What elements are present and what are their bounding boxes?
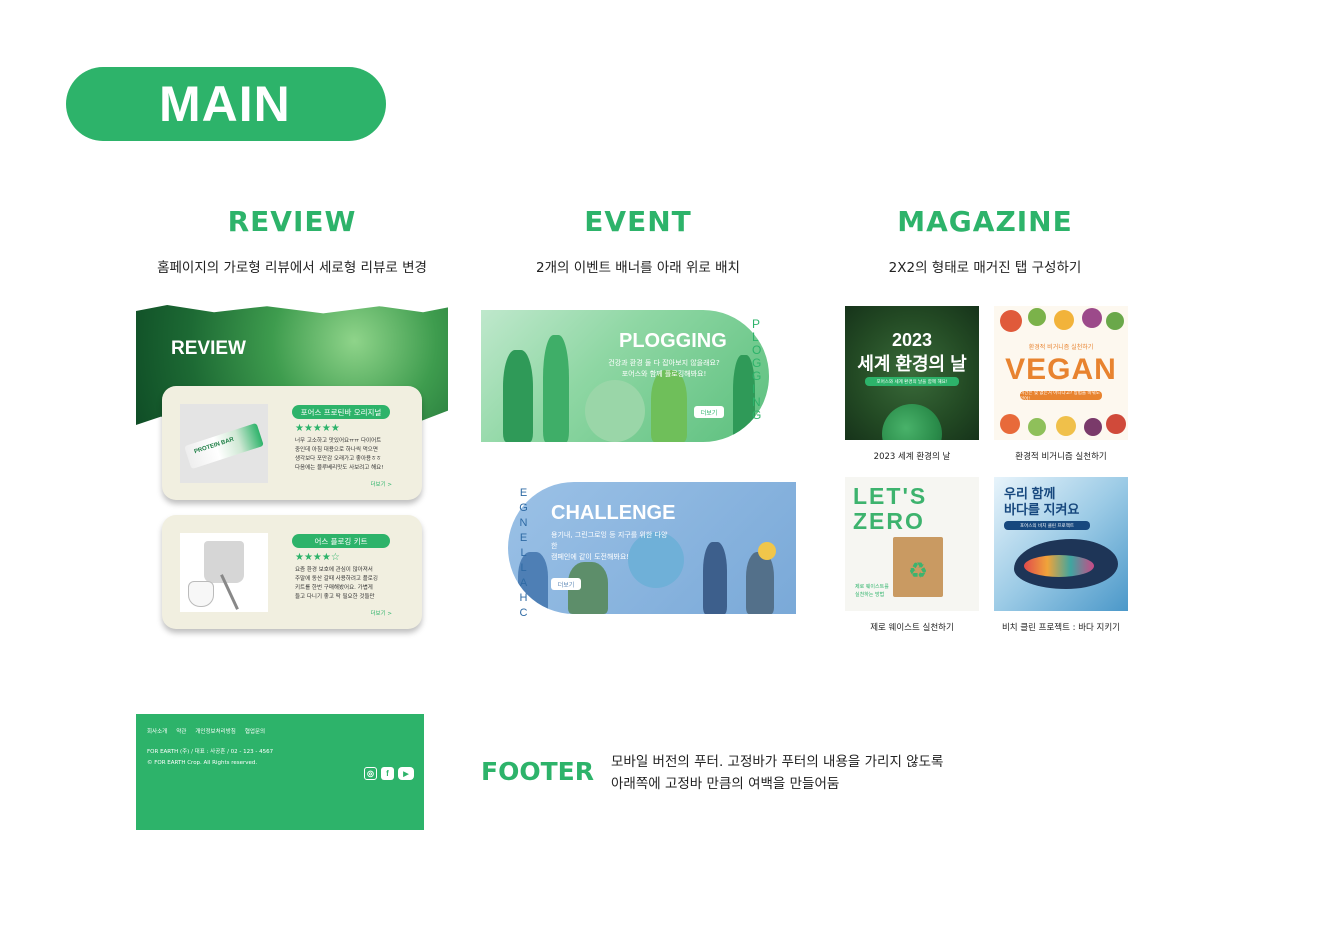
mobile-footer-mockup: 회사소개 약관 개인정보처리방침 협업문의 FOR EARTH (주) / 대표… <box>136 714 424 830</box>
event-section-desc: 2개의 이벤트 배너를 아래 위로 배치 <box>536 260 740 276</box>
review-text: 요즘 환경 보호에 관심이 많아져서 주말에 동산 갈때 사용하려고 플로깅 키… <box>295 567 378 600</box>
figure-illustration <box>503 350 533 442</box>
footer-link-privacy[interactable]: 개인정보처리방침 <box>195 727 235 735</box>
review-card[interactable]: PROTEIN BAR 포어스 프로틴바 오리지널 ★★★★★ 너무 고소하고 … <box>162 386 422 500</box>
review-product-tag: 포어스 프로틴바 오리지널 <box>292 405 390 419</box>
vegetable-illustration <box>1106 414 1126 434</box>
magazine-band: 비건은 몇 없는거 아니냐고? 방법을 바꿔도 있어! <box>1020 391 1102 402</box>
recycle-icon: ♻ <box>908 559 928 584</box>
magazine-title: 우리 함께 바다를 지켜요 <box>1004 486 1080 517</box>
magazine-title: LET'S ZERO <box>853 483 928 534</box>
review-more-link[interactable]: 더보기 > <box>370 480 392 488</box>
review-section-title: REVIEW <box>227 205 357 238</box>
magazine-title: VEGAN <box>1005 353 1117 386</box>
vegetable-illustration <box>1000 310 1022 332</box>
vegetable-illustration <box>1084 418 1102 436</box>
figure-illustration <box>651 370 687 442</box>
star-rating: ★★★★★ <box>295 423 340 434</box>
product-image: PROTEIN BAR <box>180 404 268 483</box>
magazine-beach-clean[interactable]: 우리 함께 바다를 지켜요 포어스의 비치 클린 프로젝트 <box>994 477 1128 611</box>
footer-social-icons: ◎ f ▶ <box>364 767 414 780</box>
plogging-arc-text: P L O G G I N G <box>752 317 763 422</box>
trash-pattern-illustration <box>1024 555 1094 577</box>
star-rating: ★★★★☆ <box>295 552 340 563</box>
footer-section-title: FOOTER <box>481 757 594 786</box>
magazine-caption: 비치 클린 프로젝트 : 바다 지키기 <box>1001 623 1121 633</box>
footer-link-company[interactable]: 회사소개 <box>147 727 167 735</box>
vegetable-illustration <box>1028 308 1046 326</box>
event-subtitle: 용기내, 그린그로잉 등 지구를 위한 다양한 캠페인에 같이 도전해봐요! <box>551 531 668 561</box>
magazine-vegan[interactable]: 환경적 비거니즘 실천하기 VEGAN 비건은 몇 없는거 아니냐고? 방법을 … <box>994 306 1128 440</box>
event-subtitle: 건강과 환경 둘 다 잡아보지 않을래요? 포어스와 함께 플로깅해봐요! <box>608 359 720 378</box>
instagram-icon[interactable]: ◎ <box>364 767 377 780</box>
challenge-event-banner[interactable]: CHALLENGE 용기내, 그린그로잉 등 지구를 위한 다양한 캠페인에 같… <box>508 482 796 614</box>
footer-section-desc: 모바일 버전의 푸터. 고정바가 푸터의 내용을 가리지 않도록 아래쪽에 고정… <box>611 754 944 792</box>
main-section-pill: MAIN <box>66 67 386 141</box>
event-more-button[interactable]: 더보기 <box>551 578 581 590</box>
youtube-icon[interactable]: ▶ <box>398 767 414 780</box>
glove-image <box>188 581 214 607</box>
magazine-band: 포어스의 비치 클린 프로젝트 <box>1004 521 1090 530</box>
footer-link-terms[interactable]: 약관 <box>176 727 186 735</box>
review-section-desc: 홈페이지의 가로형 리뷰에서 세로형 리뷰로 변경 <box>157 260 427 276</box>
hand-illustration <box>703 542 727 614</box>
event-section-title: EVENT <box>584 205 692 238</box>
figure-illustration <box>543 335 569 442</box>
lightbulb-illustration <box>758 542 776 560</box>
event-title: CHALLENGE <box>551 502 676 524</box>
protein-bar-image: PROTEIN BAR <box>184 422 264 470</box>
hand-illustration <box>746 552 774 614</box>
vegetable-illustration <box>1028 418 1046 436</box>
review-text: 너무 고소하고 맛있어요ㅠㅠ 다이어트 중인데 아침 대용으로 하나씩 먹으면 … <box>295 438 384 471</box>
magazine-section-desc: 2X2의 형태로 매거진 탭 구성하기 <box>888 260 1082 276</box>
event-more-button[interactable]: 더보기 <box>694 406 724 418</box>
magazine-environment-day[interactable]: 2023 세계 환경의 날 포어스와 세계 환경의 날을 함께 해요! <box>845 306 979 440</box>
product-image <box>180 533 268 612</box>
magazine-zero-waste[interactable]: ♻ LET'S ZERO 제로 웨이스트를 실천하는 방법 <box>845 477 979 611</box>
footer-links: 회사소개 약관 개인정보처리방침 협업문의 <box>147 727 265 735</box>
magazine-subtitle: 제로 웨이스트를 실천하는 방법 <box>855 584 889 598</box>
facebook-icon[interactable]: f <box>381 767 394 780</box>
review-card[interactable]: 어스 플로깅 키트 ★★★★☆ 요즘 환경 보호에 관심이 많아져서 주말에 동… <box>162 515 422 629</box>
magazine-title: 2023 세계 환경의 날 <box>857 330 967 374</box>
magazine-band: 포어스와 세계 환경의 날을 함께 해요! <box>865 377 959 386</box>
footer-company-info: FOR EARTH (주) / 대표 : 사공흔 / 02 - 123 - 45… <box>147 749 274 766</box>
review-banner-title: REVIEW <box>171 338 246 359</box>
vegetable-illustration <box>1054 310 1074 330</box>
magazine-caption: 환경적 비거니즘 실천하기 <box>1015 452 1107 462</box>
magazine-small-title: 환경적 비거니즘 실천하기 <box>1028 344 1094 351</box>
leaf-illustration <box>585 380 645 442</box>
footer-link-partnership[interactable]: 협업문의 <box>245 727 265 735</box>
magazine-section-title: MAGAZINE <box>897 205 1073 238</box>
vegetable-illustration <box>1106 312 1124 330</box>
event-title: PLOGGING <box>619 330 727 352</box>
product-label: PROTEIN BAR <box>193 436 235 456</box>
plogging-event-banner[interactable]: PLOGGING 건강과 환경 둘 다 잡아보지 않을래요? 포어스와 함께 플… <box>481 310 769 442</box>
review-mockup: REVIEW PROTEIN BAR 포어스 프로틴바 오리지널 ★★★★★ 너… <box>136 305 448 635</box>
magazine-caption: 제로 웨이스트 실천하기 <box>870 623 954 633</box>
review-product-tag: 어스 플로깅 키트 <box>292 534 390 548</box>
vegetable-illustration <box>1082 308 1102 328</box>
vegetable-illustration <box>1056 416 1076 436</box>
review-more-link[interactable]: 더보기 > <box>370 609 392 617</box>
vegetable-illustration <box>1000 414 1020 434</box>
main-title: MAIN <box>159 76 291 132</box>
challenge-arc-text: E G N E L L A H C <box>519 487 529 619</box>
magazine-caption: 2023 세계 환경의 날 <box>873 452 951 462</box>
globe-illustration <box>882 404 942 440</box>
